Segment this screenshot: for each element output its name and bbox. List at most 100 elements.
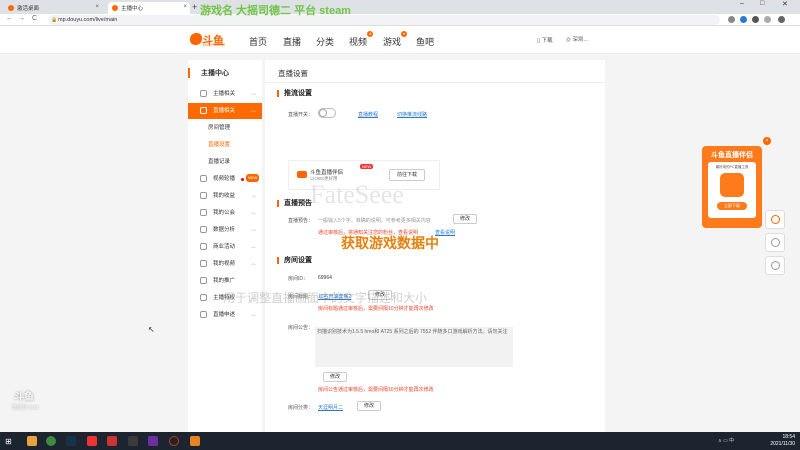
- megaphone-icon: [200, 277, 207, 284]
- room-category-edit-button[interactable]: 修改: [357, 401, 381, 411]
- new-badge: NEW: [246, 174, 260, 182]
- guild-icon: [200, 209, 207, 216]
- sidebar-item-earnings[interactable]: 我的收益 ︿: [188, 188, 262, 204]
- user-menu[interactable]: ◎ 深圳...: [566, 35, 588, 43]
- mouse-cursor-icon: ↖: [148, 325, 155, 334]
- red-dot-icon: [241, 178, 244, 181]
- chevron-icon: ︿: [250, 261, 256, 267]
- sidebar-item-promotion[interactable]: 我的推广: [188, 273, 262, 289]
- app-icon[interactable]: [190, 436, 200, 446]
- video-badge: 4: [367, 31, 373, 37]
- tab-close-icon[interactable]: ×: [95, 4, 99, 10]
- system-tray[interactable]: ∧ ▭ 中: [718, 437, 734, 444]
- douyu-logo[interactable]: 斗鱼 DOUYU.COM: [190, 32, 226, 48]
- room-notice-label: 房间公告：: [288, 325, 314, 331]
- sidebar-item-analytics[interactable]: 数据分析 ︿: [188, 222, 262, 238]
- nav-video[interactable]: 视频: [349, 35, 367, 48]
- stream-logo-sub: 直播间 xxxx: [12, 405, 39, 411]
- url-field[interactable]: 🔒 mp.douyu.com/live/main: [48, 15, 720, 25]
- clock[interactable]: 18:54 2021/11/30: [757, 434, 795, 448]
- steam-icon[interactable]: [66, 436, 76, 446]
- live-toggle[interactable]: [318, 108, 336, 118]
- promo-close-icon[interactable]: ×: [763, 137, 771, 145]
- sidebar-item-video-carousel[interactable]: 视频轮播 NEW: [188, 171, 262, 187]
- tutorial-link[interactable]: 直播教程: [358, 111, 378, 118]
- room-notice-edit-button[interactable]: 修改: [323, 372, 347, 382]
- room-id-value: 69964: [318, 275, 332, 281]
- extension-icon[interactable]: [752, 16, 759, 23]
- overlay-top-banner: 游戏名 大摇司德二 平台 steam: [200, 5, 351, 17]
- download-link[interactable]: ▯ 下载: [537, 36, 553, 44]
- forward-button[interactable]: →: [18, 15, 25, 22]
- clock-date: 2021/11/30: [770, 441, 795, 447]
- tab-close-icon[interactable]: ×: [183, 4, 187, 10]
- film-icon: [200, 260, 207, 267]
- sidebar-item-label: 我的推广: [213, 278, 236, 284]
- companion-promo[interactable]: 斗鱼直播伴侣 最好用的PC直播工具 立即下载: [702, 146, 762, 228]
- overlay-faint-subtitle: 用于调整直播画面中的文字描述和大小: [223, 291, 428, 305]
- start-button[interactable]: ⊞: [5, 437, 12, 446]
- nav-home[interactable]: 首页: [249, 35, 267, 48]
- premiere-icon[interactable]: [148, 436, 158, 446]
- sidebar-sub-live-records[interactable]: 直播记录: [188, 154, 262, 170]
- section-room: 房间设置: [277, 257, 312, 264]
- nav-game[interactable]: 游戏: [383, 35, 401, 48]
- profile-avatar-icon[interactable]: [764, 16, 771, 23]
- crown-icon: [200, 294, 207, 301]
- menu-icon[interactable]: [778, 16, 785, 23]
- reload-button[interactable]: C: [32, 15, 37, 22]
- sidebar-item-appeal[interactable]: 直播申述 ︿: [188, 307, 262, 323]
- obs-icon[interactable]: [169, 436, 179, 446]
- file-explorer-icon[interactable]: [27, 436, 37, 446]
- chrome-icon[interactable]: [46, 436, 56, 446]
- companion-name: 斗鱼直播伴侣: [310, 170, 344, 176]
- room-notice-warn: 房间公告通过审核后，需要间隔10分钟才能再次修改: [318, 387, 434, 393]
- nav-fishbar[interactable]: 鱼吧: [416, 35, 434, 48]
- promo-inner: 最好用的PC直播工具 立即下载: [708, 162, 756, 218]
- sidebar-item-live[interactable]: 直播相关 ︿: [188, 103, 262, 119]
- new-tab-button[interactable]: +: [192, 2, 197, 12]
- back-button[interactable]: ←: [6, 15, 13, 22]
- chevron-icon: ︿: [250, 227, 256, 233]
- room-category-value[interactable]: 天涯明月二: [318, 404, 343, 411]
- extension-icon[interactable]: [740, 16, 747, 23]
- video-icon: [200, 175, 207, 182]
- briefcase-icon: [200, 243, 207, 250]
- close-window-button[interactable]: ✕: [782, 0, 788, 8]
- sidebar-sub-live-settings[interactable]: 直播设置: [188, 137, 262, 153]
- float-screenshot-button[interactable]: [765, 256, 785, 275]
- sidebar-sub-room[interactable]: 房间管理: [188, 120, 262, 136]
- promo-download-button[interactable]: 立即下载: [717, 202, 747, 210]
- chevron-down-icon: ︿: [250, 91, 256, 97]
- browser-tab-2[interactable]: 主播中心 ×: [108, 2, 190, 14]
- user-name: 深圳...: [572, 37, 588, 43]
- screenshot-icon: [771, 261, 780, 270]
- sidebar-item-guild[interactable]: 我的公会 ︿: [188, 205, 262, 221]
- float-live-button[interactable]: [765, 210, 785, 229]
- chevron-up-icon: ︿: [250, 108, 256, 114]
- float-home-button[interactable]: [765, 233, 785, 252]
- room-notice-textarea[interactable]: 扫描识别技术为1.5.5 hmo和 AT25 系列之后的 7552 伴随多口游戏…: [315, 327, 513, 367]
- browser-tab-1[interactable]: 激活桌面 ×: [4, 2, 102, 14]
- site-header: 斗鱼 DOUYU.COM 首页 直播 分类 视频 4 游戏 ▾ 鱼吧 ▯ 下载 …: [0, 26, 800, 54]
- tab-title: 激活桌面: [17, 6, 40, 12]
- overlay-faint-watermark: FateSeee: [310, 180, 404, 209]
- preview-edit-button[interactable]: 修改: [453, 214, 477, 224]
- camera-icon: [297, 171, 307, 178]
- sidebar-item-my-videos[interactable]: 我的视频 ︿: [188, 256, 262, 272]
- app-icon[interactable]: [87, 436, 97, 446]
- app-icon[interactable]: [128, 436, 138, 446]
- app-icon[interactable]: [107, 436, 117, 446]
- sidebar-item-anchor[interactable]: 主播相关 ︿: [188, 86, 262, 102]
- extension-icon[interactable]: [728, 16, 735, 23]
- tab-favicon-icon: [8, 5, 14, 11]
- minimize-button[interactable]: –: [740, 0, 744, 7]
- switch-line-link[interactable]: 切换推流线路: [397, 111, 427, 118]
- promo-desc: 最好用的PC直播工具: [715, 165, 749, 169]
- sidebar-item-label: 我的公会: [213, 210, 236, 216]
- sidebar-item-business[interactable]: 商业活动 ︿: [188, 239, 262, 255]
- appeal-icon: [200, 311, 207, 318]
- nav-category[interactable]: 分类: [316, 35, 334, 48]
- nav-live[interactable]: 直播: [283, 35, 301, 48]
- maximize-button[interactable]: □: [760, 0, 764, 7]
